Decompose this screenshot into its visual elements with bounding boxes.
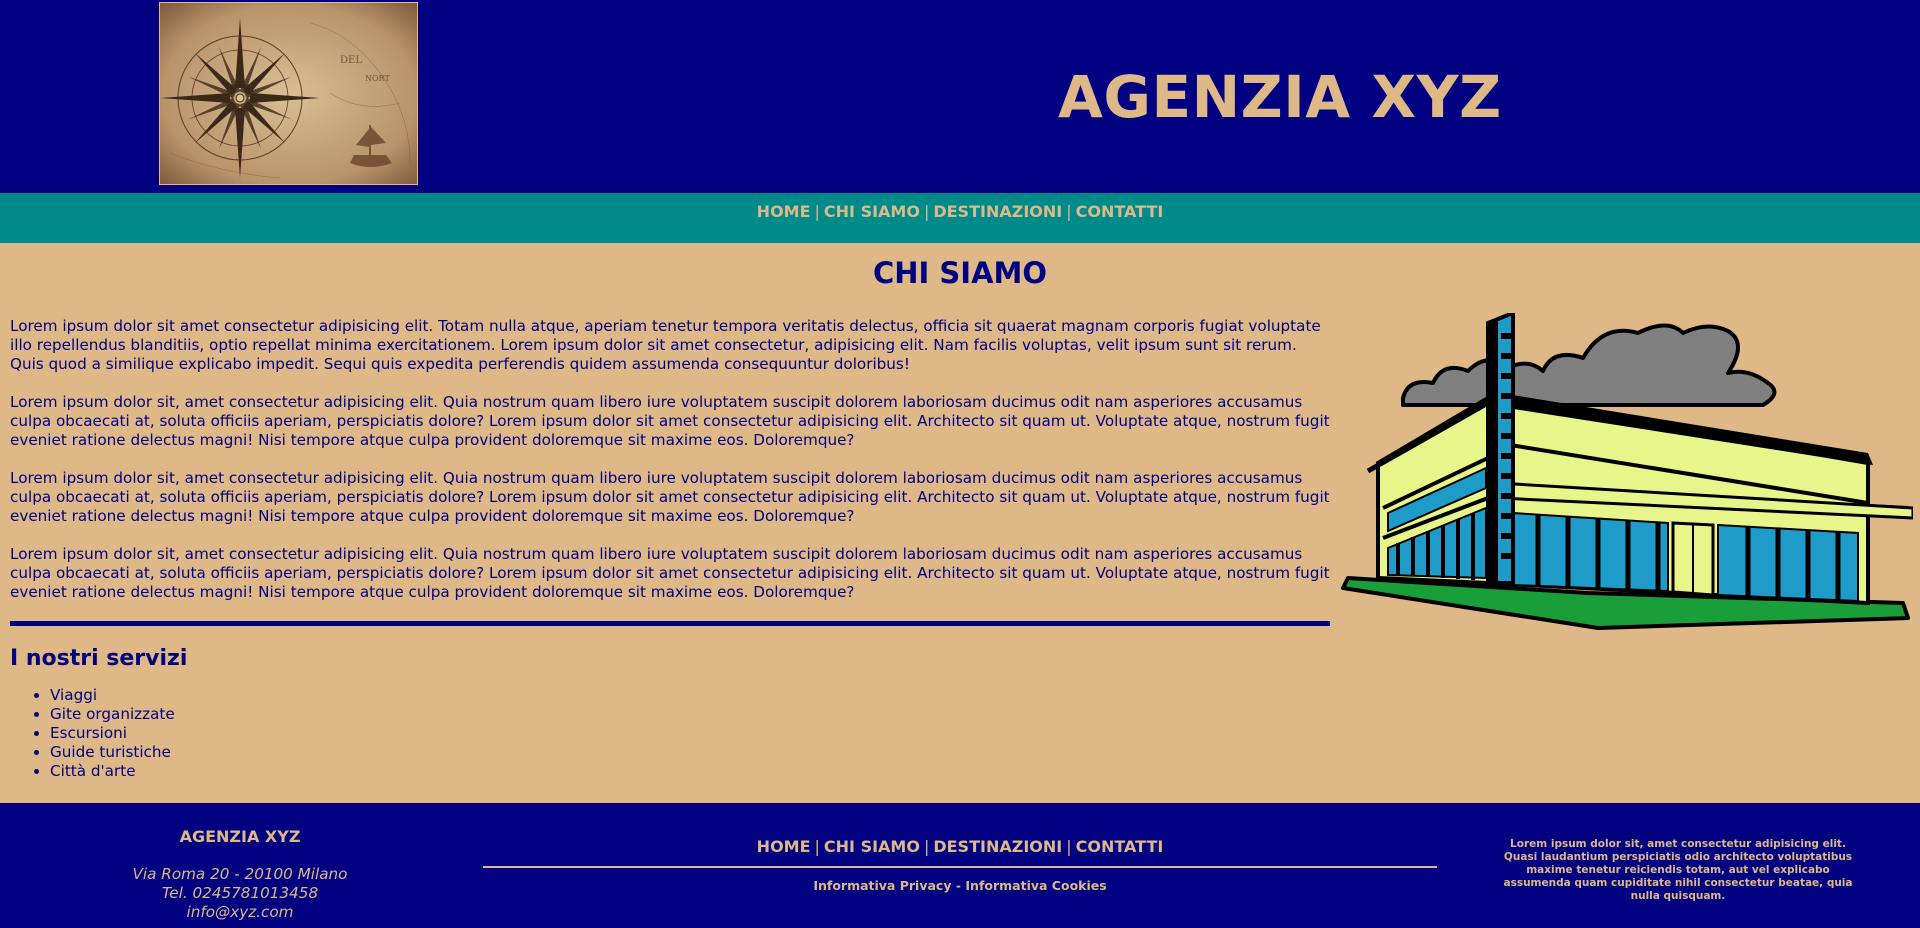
legal-separator: - xyxy=(955,878,962,893)
section-divider xyxy=(10,621,1330,626)
nav-contacts[interactable]: CONTATTI xyxy=(1076,202,1164,221)
svg-text:DEL: DEL xyxy=(340,55,362,66)
building-icon xyxy=(1341,310,1915,630)
about-paragraph: Lorem ipsum dolor sit, amet consectetur … xyxy=(10,545,1330,601)
footer-nav-home[interactable]: HOME xyxy=(757,837,811,856)
nav-home[interactable]: HOME xyxy=(757,202,811,221)
nav-separator: | xyxy=(923,202,930,221)
footer-phone: Tel. 0245781013458 xyxy=(161,884,319,902)
list-item: Gite organizzate xyxy=(50,705,1330,724)
site-footer: AGENZIA XYZ Via Roma 20 - 20100 Milano T… xyxy=(0,803,1920,928)
compass-rose-icon: DEL NORT xyxy=(160,3,417,184)
about-paragraph: Lorem ipsum dolor sit, amet consectetur … xyxy=(10,393,1330,449)
nav-separator: | xyxy=(1066,837,1072,856)
privacy-link[interactable]: Informativa Privacy xyxy=(813,878,951,893)
page-title: CHI SIAMO xyxy=(872,256,1048,290)
list-item: Guide turistiche xyxy=(50,743,1330,762)
nav-destinations[interactable]: DESTINAZIONI xyxy=(933,202,1062,221)
footer-divider xyxy=(483,866,1437,868)
cookies-link[interactable]: Informativa Cookies xyxy=(965,878,1106,893)
list-item: Escursioni xyxy=(50,724,1330,743)
svg-text:NORT: NORT xyxy=(365,74,390,83)
footer-email[interactable]: info@xyz.com xyxy=(0,903,480,922)
nav-separator: | xyxy=(814,837,820,856)
footer-legal-links: Informativa Privacy - Informativa Cookie… xyxy=(483,878,1437,893)
footer-nav-about[interactable]: CHI SIAMO xyxy=(824,837,920,856)
building-illustration xyxy=(1338,310,1915,648)
about-paragraph: Lorem ipsum dolor sit, amet consectetur … xyxy=(10,469,1330,525)
services-list: Viaggi Gite organizzate Escursioni Guide… xyxy=(10,686,1330,781)
site-title: AGENZIA XYZ xyxy=(1058,63,1502,131)
compass-map-logo[interactable]: DEL NORT xyxy=(159,2,418,185)
footer-blurb: Lorem ipsum dolor sit, amet consectetur … xyxy=(1503,838,1853,902)
about-section: Lorem ipsum dolor sit amet consectetur a… xyxy=(10,317,1330,781)
footer-nav-section: HOME | CHI SIAMO | DESTINAZIONI | CONTATTI Inf… xyxy=(483,837,1437,893)
site-header: DEL NORT AGENZIA XYZ xyxy=(0,0,1920,193)
list-item: Viaggi xyxy=(50,686,1330,705)
footer-contact: AGENZIA XYZ Via Roma 20 - 20100 Milano T… xyxy=(0,827,480,922)
list-item: Città d'arte xyxy=(50,762,1330,781)
footer-company-name: AGENZIA XYZ xyxy=(179,827,301,846)
nav-separator: | xyxy=(923,837,930,856)
nav-separator: | xyxy=(1066,202,1072,221)
footer-nav: HOME | CHI SIAMO | DESTINAZIONI | CONTATTI xyxy=(483,837,1437,856)
nav-about[interactable]: CHI SIAMO xyxy=(824,202,920,221)
footer-address: Via Roma 20 - 20100 Milano xyxy=(132,865,348,883)
main-content: CHI SIAMO Lorem ipsum dolor sit amet con… xyxy=(0,243,1920,803)
services-title: I nostri servizi xyxy=(10,646,188,671)
footer-nav-destinations[interactable]: DESTINAZIONI xyxy=(933,837,1062,856)
footer-nav-contacts[interactable]: CONTATTI xyxy=(1076,837,1164,856)
about-paragraph: Lorem ipsum dolor sit amet consectetur a… xyxy=(10,317,1321,373)
main-navbar: HOME | CHI SIAMO | DESTINAZIONI | CONTATTI xyxy=(0,193,1920,243)
nav-separator: | xyxy=(814,202,820,221)
